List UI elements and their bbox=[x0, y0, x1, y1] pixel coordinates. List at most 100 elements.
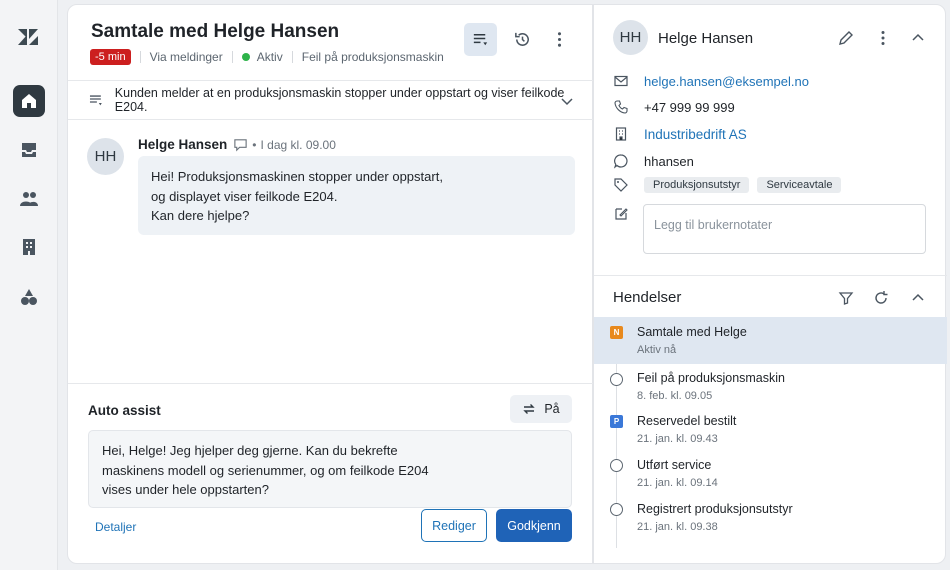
history-icon bbox=[515, 32, 529, 46]
divider bbox=[291, 51, 293, 63]
event-item[interactable]: Registrert produksjonsutstyr 21. jan. kl… bbox=[594, 496, 947, 540]
shapes-icon bbox=[21, 289, 37, 305]
auto-assist-panel: Auto assist På Hei, Helge! Jeg hjelper d… bbox=[68, 383, 594, 565]
event-title: Samtale med Helge bbox=[637, 325, 747, 339]
event-title: Feil på produksjonsmaskin bbox=[637, 371, 785, 385]
event-title: Utført service bbox=[637, 458, 712, 472]
chevron-up-icon[interactable] bbox=[909, 29, 927, 47]
event-marker-icon: P bbox=[610, 415, 623, 428]
avatar: HH bbox=[613, 20, 648, 55]
status-label: Aktiv bbox=[256, 50, 283, 64]
chevron-down-icon[interactable] bbox=[560, 94, 574, 108]
suggested-reply-line: Hei, Helge! Jeg hjelper deg gjerne. Kan … bbox=[102, 443, 398, 458]
building-icon bbox=[615, 127, 627, 141]
kebab-menu-icon bbox=[557, 32, 562, 47]
refresh-icon[interactable] bbox=[872, 289, 890, 307]
event-item[interactable]: P Reservedel bestilt 21. jan. kl. 09.43 bbox=[594, 408, 947, 452]
auto-assist-title: Auto assist bbox=[88, 403, 161, 418]
left-rail bbox=[0, 0, 58, 570]
customer-panel: HH Helge Hansen helge.hansen@eksempel.no… bbox=[593, 4, 947, 564]
inbox-icon bbox=[22, 143, 36, 157]
event-item[interactable]: Feil på produksjonsmaskin 8. feb. kl. 09… bbox=[594, 364, 947, 408]
events-title: Hendelser bbox=[613, 289, 682, 306]
conversation-summary[interactable]: Kunden melder at en produksjonsmaskin st… bbox=[68, 80, 594, 120]
whatsapp-row: hhansen bbox=[613, 153, 694, 169]
whatsapp-icon bbox=[613, 154, 628, 169]
tag-chip[interactable]: Produksjonsutstyr bbox=[644, 177, 750, 193]
channel-label: Via meldinger bbox=[149, 50, 223, 64]
customer-name: Helge Hansen bbox=[658, 30, 754, 47]
filter-icon[interactable] bbox=[837, 289, 855, 307]
summary-icon bbox=[89, 95, 102, 106]
message-bubble: Hei! Produksjonsmaskinen stopper under o… bbox=[138, 156, 575, 235]
divider bbox=[231, 51, 233, 63]
event-item[interactable]: Utført service 21. jan. kl. 09.14 bbox=[594, 452, 947, 496]
home-icon bbox=[22, 94, 36, 108]
event-date: 21. jan. kl. 09.14 bbox=[637, 477, 718, 489]
suggested-reply[interactable]: Hei, Helge! Jeg hjelper deg gjerne. Kan … bbox=[88, 430, 572, 508]
bullet: • bbox=[252, 137, 257, 152]
subject-label: Feil på produksjonsmaskin bbox=[301, 50, 444, 64]
message-author: Helge Hansen bbox=[138, 137, 228, 152]
event-date: Aktiv nå bbox=[637, 344, 677, 356]
message-time: I dag kl. 09.00 bbox=[260, 137, 336, 152]
status-dot-icon bbox=[241, 53, 250, 61]
tag-icon bbox=[614, 178, 628, 192]
organizations-nav-button[interactable] bbox=[13, 231, 45, 263]
event-item[interactable]: N Samtale med Helge Aktiv nå bbox=[594, 317, 947, 364]
event-node-icon bbox=[610, 373, 623, 386]
history-button[interactable] bbox=[506, 23, 539, 56]
sla-badge: -5 min bbox=[90, 49, 131, 65]
company-link[interactable]: Industribedrift AS bbox=[644, 127, 747, 142]
suggested-reply-line: maskinens modell og serienummer, og om f… bbox=[102, 462, 429, 478]
pencil-icon[interactable] bbox=[837, 29, 855, 47]
note-edit-icon bbox=[615, 208, 628, 220]
message-line: Hei! Produksjonsmaskinen stopper under o… bbox=[151, 169, 443, 184]
divider bbox=[139, 51, 141, 63]
summary-toggle-button[interactable] bbox=[464, 23, 497, 56]
event-node-icon bbox=[610, 459, 623, 472]
event-date: 21. jan. kl. 09.38 bbox=[637, 521, 718, 533]
tag-chip[interactable]: Serviceavtale bbox=[757, 177, 842, 193]
event-title: Registrert produksjonsutstyr bbox=[637, 502, 793, 516]
conversation-meta: -5 min Via meldinger Aktiv Feil på produ… bbox=[90, 49, 444, 65]
inbox-nav-button[interactable] bbox=[13, 134, 45, 166]
event-date: 21. jan. kl. 09.43 bbox=[637, 433, 718, 445]
users-icon bbox=[20, 192, 38, 206]
event-node-icon bbox=[610, 503, 623, 516]
home-nav-button[interactable] bbox=[13, 85, 45, 117]
list-filter-icon bbox=[473, 33, 488, 46]
zendesk-logo-icon[interactable] bbox=[16, 27, 40, 47]
phone-icon bbox=[614, 100, 628, 114]
phone-number: +47 999 99 999 bbox=[644, 99, 735, 115]
phone-row: +47 999 99 999 bbox=[613, 99, 735, 115]
kebab-menu-icon[interactable] bbox=[874, 29, 892, 47]
company-row: Industribedrift AS bbox=[613, 126, 747, 142]
user-notes-field[interactable]: Legg til brukernotater bbox=[643, 204, 926, 254]
auto-assist-toggle-button[interactable]: På bbox=[510, 395, 572, 423]
details-link[interactable]: Detaljer bbox=[95, 520, 136, 534]
chevron-up-icon[interactable] bbox=[909, 289, 927, 307]
tags-row: Produksjonsutstyr Serviceavtale bbox=[613, 177, 849, 193]
whatsapp-handle: hhansen bbox=[644, 153, 694, 169]
approve-button[interactable]: Godkjenn bbox=[496, 509, 572, 542]
message-line: Kan dere hjelpe? bbox=[151, 208, 250, 223]
edit-button[interactable]: Rediger bbox=[421, 509, 487, 542]
message-header: Helge Hansen • I dag kl. 09.00 bbox=[138, 137, 336, 152]
shapes-nav-button[interactable] bbox=[13, 281, 45, 313]
event-title: Reservedel bestilt bbox=[637, 414, 737, 428]
summary-text: Kunden melder at en produksjonsmaskin st… bbox=[114, 86, 565, 114]
mail-icon bbox=[614, 75, 628, 87]
conversation-panel: Samtale med Helge Hansen -5 min Via meld… bbox=[67, 4, 594, 565]
message-line: og displayet viser feilkode E204. bbox=[151, 188, 338, 204]
conversation-title: Samtale med Helge Hansen bbox=[91, 21, 340, 42]
suggested-reply-line: vises under hele oppstarten? bbox=[102, 482, 269, 497]
chat-bubble-icon bbox=[234, 139, 247, 152]
email-link[interactable]: helge.hansen@eksempel.no bbox=[644, 74, 809, 89]
more-options-button[interactable] bbox=[543, 23, 576, 56]
building-icon bbox=[23, 239, 35, 255]
users-nav-button[interactable] bbox=[13, 183, 45, 215]
event-date: 8. feb. kl. 09.05 bbox=[637, 390, 713, 402]
email-row: helge.hansen@eksempel.no bbox=[613, 73, 809, 89]
event-marker-icon: N bbox=[610, 326, 623, 339]
